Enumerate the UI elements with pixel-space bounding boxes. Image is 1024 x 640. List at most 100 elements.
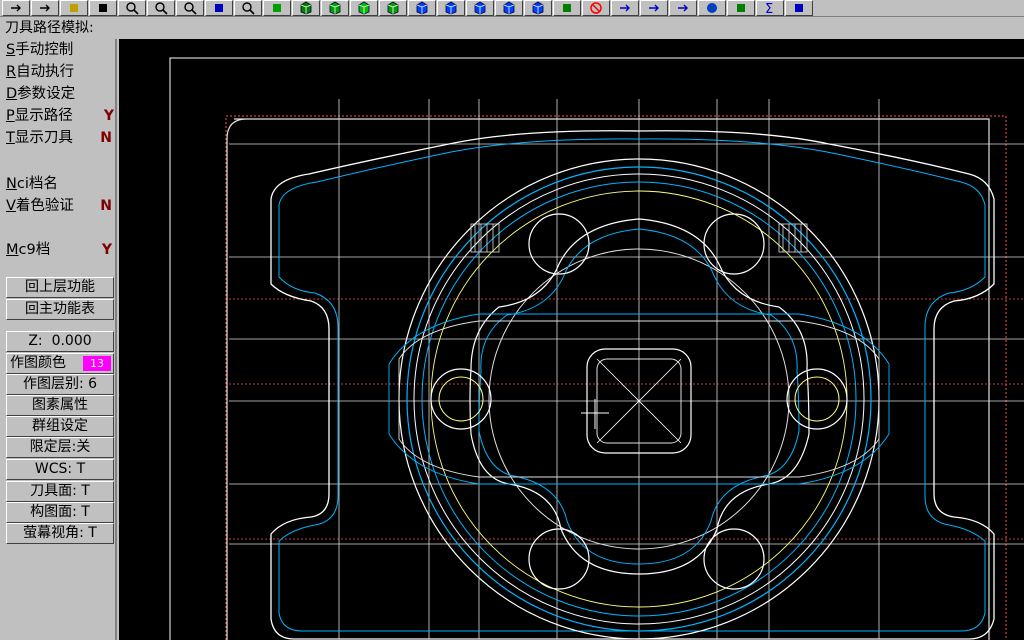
graphics-view-button[interactable]: 萤幕视角: T (6, 523, 114, 544)
toolbar-button-cube-blue[interactable] (408, 0, 436, 16)
menu-item-show-tool[interactable]: T显示刀具 N (6, 127, 116, 149)
next-arrow-icon (791, 1, 807, 15)
color-button[interactable]: 作图颜色 13 (6, 353, 114, 374)
level-value: 6 (88, 376, 98, 392)
toolbar-button-sphere[interactable] (698, 0, 726, 16)
toolbar-button-clipboard[interactable] (60, 0, 88, 16)
graphics-view-value: T (88, 525, 97, 541)
z-value: 0.000 (51, 333, 92, 349)
trash-icon (733, 1, 749, 15)
sigma-icon: Σ (762, 1, 778, 15)
toolbar-button-arrow-blue[interactable] (611, 0, 639, 16)
level-button[interactable]: 作图层别: 6 (6, 374, 114, 395)
cad-drawing (169, 57, 1024, 640)
toolbar-button-cube-blue2[interactable] (437, 0, 465, 16)
toolbar-button-arrow-left[interactable] (2, 0, 30, 16)
toolbar-button-zoom-in[interactable] (147, 0, 175, 16)
bolt-hole-bl (528, 528, 590, 590)
toolbar-button-pen[interactable] (553, 0, 581, 16)
main-menu-button[interactable]: 回主功能表 (6, 299, 114, 320)
clipboard-icon (66, 1, 82, 15)
mc9-flag: Y (101, 242, 112, 258)
menu-item-mc9-file[interactable]: Mc9档 Y (6, 239, 116, 261)
construction-plane-value: T (81, 504, 90, 520)
cube-side-icon (356, 1, 372, 15)
menu-item-manual[interactable]: S手动控制 (6, 39, 116, 61)
no-entry-icon (588, 1, 604, 15)
arrow-blue2-icon (646, 1, 662, 15)
toolbar-button-arrow-blue3[interactable] (669, 0, 697, 16)
toolbar-button-view-cycle[interactable] (263, 0, 291, 16)
arrow-blue3-icon (675, 1, 691, 15)
graphics-viewport[interactable] (119, 39, 1024, 640)
construction-plane-button[interactable]: 构图面: T (6, 502, 114, 523)
show-path-flag: Y (103, 108, 114, 124)
tool-plane-value: T (81, 483, 90, 499)
pen-icon (559, 1, 575, 15)
construction-grid (229, 99, 1024, 639)
cube-front-icon (327, 1, 343, 15)
toolbar-button-zoom-window[interactable] (118, 0, 146, 16)
svg-text:Σ: Σ (765, 2, 773, 15)
cam-lobe (469, 218, 810, 575)
cube-iso-icon (385, 1, 401, 15)
toolbar-button-arrow-right[interactable] (31, 0, 59, 16)
cube-blue4-icon (501, 1, 517, 15)
cube-blue2-icon (443, 1, 459, 15)
toolbar-button-cube-top[interactable] (292, 0, 320, 16)
bolt-hole-left (430, 368, 492, 430)
bolt-hole-br (703, 528, 765, 590)
menu-item-nci-file[interactable]: Nci档名 (6, 173, 116, 195)
cube-top-icon (298, 1, 314, 15)
show-tool-flag: N (100, 130, 112, 146)
level-mask-button[interactable]: 限定层:关 (6, 437, 114, 458)
cube-blue3-icon (472, 1, 488, 15)
toolbar-button-cube-iso[interactable] (379, 0, 407, 16)
toolbar-button-move-down[interactable] (205, 0, 233, 16)
bracket-outline (270, 130, 995, 640)
pointer-icon (95, 1, 111, 15)
back-button[interactable]: 回上层功能 (6, 277, 114, 298)
toolbar-button-cube-blue4[interactable] (495, 0, 523, 16)
drawing-frame (169, 57, 1024, 640)
menu-item-shade-verify[interactable]: V着色验证 N (6, 195, 116, 217)
toolbar-button-next-arrow[interactable] (785, 0, 813, 16)
toolbar-button-cube-side[interactable] (350, 0, 378, 16)
group-settings-button[interactable]: 群组设定 (6, 416, 114, 437)
menu-item-auto[interactable]: R自动执行 (6, 61, 116, 83)
arrow-blue-icon (617, 1, 633, 15)
arrow-left-icon (8, 1, 24, 15)
tool-plane-button[interactable]: 刀具面: T (6, 481, 114, 502)
toolbar-button-trash[interactable] (727, 0, 755, 16)
toolbar-button-cube-front[interactable] (321, 0, 349, 16)
toolbar-button-zoom-extents[interactable] (234, 0, 262, 16)
cube-blue-icon (414, 1, 430, 15)
zoom-out-icon (182, 1, 198, 15)
view-cycle-icon (269, 1, 285, 15)
toolbar-button-sigma[interactable]: Σ (756, 0, 784, 16)
prompt-text: 刀具路径模拟: (5, 20, 94, 36)
function-menu: S手动控制 R自动执行 D参数设定 P显示路径 Y T显示刀具 N Nci档名 … (0, 39, 117, 640)
arrow-right-icon (37, 1, 53, 15)
toolbar-button-pointer[interactable] (89, 0, 117, 16)
toolbar-button-zoom-out[interactable] (176, 0, 204, 16)
toolbar: Σ (0, 0, 1024, 17)
menu-item-show-path[interactable]: P显示路径 Y (6, 105, 116, 127)
entity-attributes-button[interactable]: 图素属性 (6, 395, 114, 416)
z-depth-button[interactable]: Z: 0.000 (6, 331, 114, 352)
bolt-hole-right (786, 368, 848, 430)
mask-value: 关 (76, 439, 91, 455)
color-swatch: 13 (83, 356, 111, 371)
zoom-extents-icon (240, 1, 256, 15)
wcs-button[interactable]: WCS: T (6, 459, 114, 480)
menu-item-params[interactable]: D参数设定 (6, 83, 116, 105)
cursor-crosshair (581, 399, 609, 429)
shade-verify-flag: N (100, 198, 112, 214)
toolbar-button-cube-blue5[interactable] (524, 0, 552, 16)
toolbar-button-arrow-blue2[interactable] (640, 0, 668, 16)
prompt-bar: 刀具路径模拟: (0, 17, 1024, 39)
cube-blue5-icon (530, 1, 546, 15)
sphere-icon (704, 1, 720, 15)
toolbar-button-no-entry[interactable] (582, 0, 610, 16)
toolbar-button-cube-blue3[interactable] (466, 0, 494, 16)
